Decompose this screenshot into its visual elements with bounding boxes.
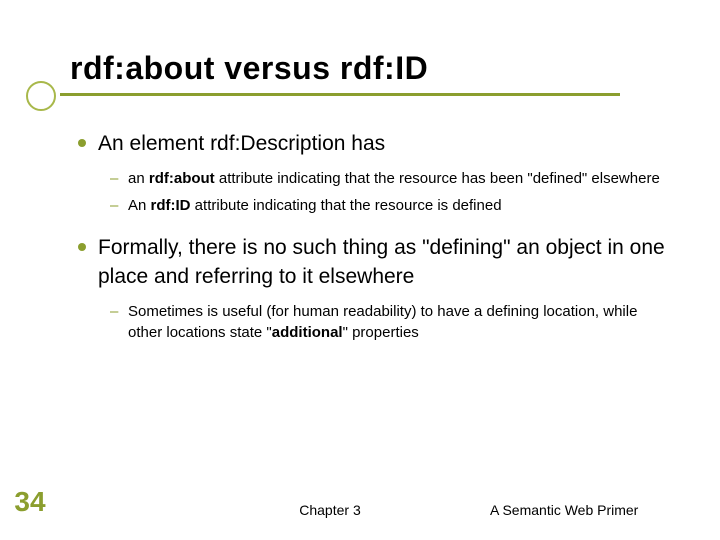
footer-center: Chapter 3 <box>60 502 490 518</box>
text: an <box>128 170 149 187</box>
text: An <box>128 197 151 214</box>
slide: rdf:about versus rdf:ID An element rdf:D… <box>0 0 720 540</box>
bullet-level1: An element rdf:Description has <box>98 130 670 158</box>
bold-text: rdf:ID <box>151 197 191 214</box>
sub-bullet-group: Sometimes is useful (for human readabili… <box>98 301 670 343</box>
bullet-level2: An rdf:ID attribute indicating that the … <box>128 195 670 216</box>
content-area: An element rdf:Description has an rdf:ab… <box>70 130 670 343</box>
footer-right: A Semantic Web Primer <box>490 502 720 518</box>
bullet-level2: Sometimes is useful (for human readabili… <box>128 301 670 343</box>
page-number: 34 <box>0 486 60 518</box>
sub-bullet-group: an rdf:about attribute indicating that t… <box>98 168 670 216</box>
slide-title: rdf:about versus rdf:ID <box>70 50 670 87</box>
title-underline <box>60 93 620 96</box>
bold-text: rdf:about <box>149 170 215 187</box>
bullet-level2: an rdf:about attribute indicating that t… <box>128 168 670 189</box>
text: attribute indicating that the resource h… <box>215 170 660 187</box>
bold-text: additional <box>272 324 343 341</box>
text: " properties <box>343 324 419 341</box>
text: attribute indicating that the resource i… <box>191 197 502 214</box>
bullet-level1: Formally, there is no such thing as "def… <box>98 234 670 291</box>
footer: 34 Chapter 3 A Semantic Web Primer <box>0 486 720 518</box>
